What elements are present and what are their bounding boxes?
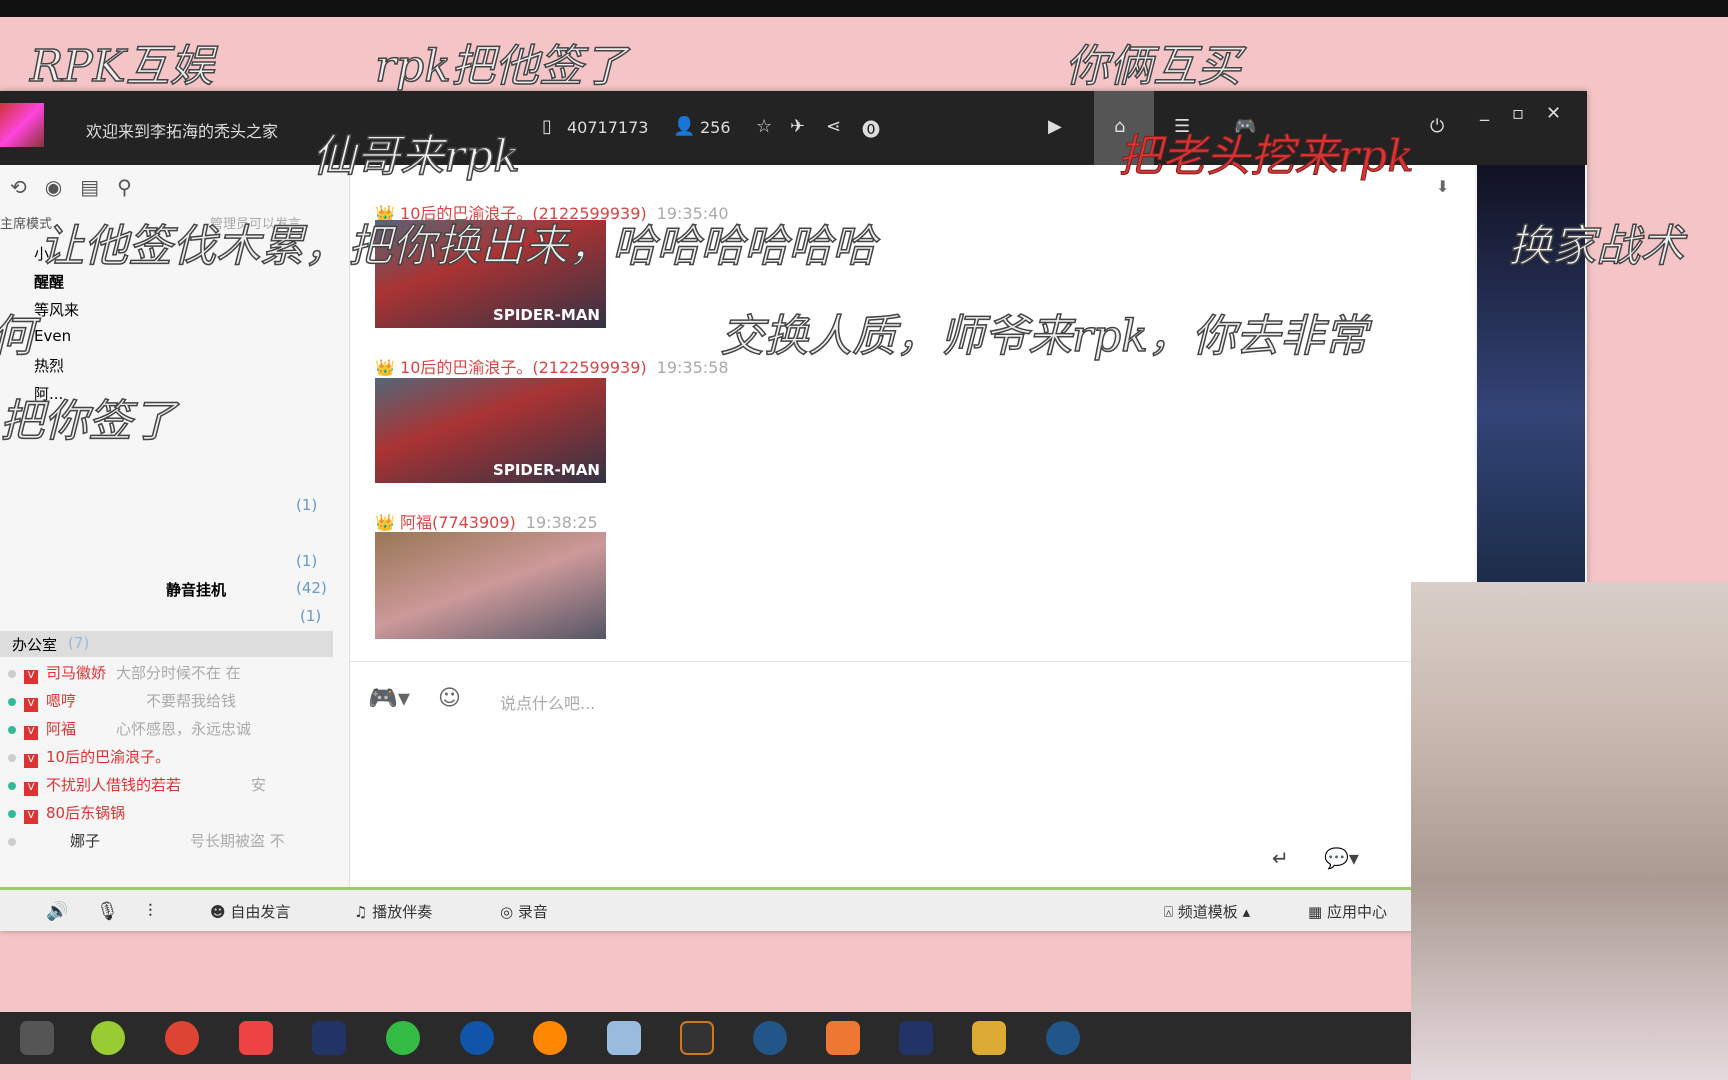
taskbar-steam-icon[interactable] [753, 1021, 787, 1055]
channel-count: (42) [296, 579, 327, 597]
message-input[interactable]: 说点什么吧... [500, 690, 595, 714]
user-icon: 👤 [673, 116, 696, 137]
streamer-webcam [1411, 582, 1728, 1080]
taskbar-steam-icon[interactable] [1046, 1021, 1080, 1055]
danmaku-text: 仙哥来rpk [311, 130, 520, 183]
taskbar-app-icon[interactable] [826, 1021, 860, 1055]
danmaku-text: 交换人质，师爷来rpk，你去非常 [719, 310, 1368, 363]
user-item[interactable]: V 不扰别人借钱的若若安 [8, 774, 266, 796]
send-icon[interactable]: ↵ [1272, 846, 1289, 870]
danmaku-text: 换家战术 [1507, 220, 1685, 273]
close-button[interactable]: ✕ [1546, 103, 1561, 124]
taskbar-app-icon[interactable] [899, 1021, 933, 1055]
scroll-down-icon[interactable]: ⬇ [1436, 177, 1449, 196]
taskbar [0, 1012, 1411, 1064]
taskbar-app-icon[interactable] [91, 1021, 125, 1055]
taskbar-keyboard-icon[interactable] [20, 1021, 54, 1055]
free-speech-button[interactable]: ☻ 自由发言 [210, 901, 290, 922]
mixer-icon[interactable]: ⫶ [148, 901, 153, 922]
taskbar-chrome-icon[interactable] [165, 1021, 199, 1055]
gamepad-emoji-icon[interactable]: 🎮▾ [368, 684, 410, 712]
user-item[interactable]: V 司马徽娇 大部分时候不在 在 [8, 662, 241, 684]
taskbar-yy-icon[interactable] [972, 1021, 1006, 1055]
channel-count: (1) [296, 552, 318, 570]
record-button[interactable]: ◎ 录音 [500, 901, 548, 922]
top-black-bar [0, 0, 1728, 17]
room-id-icon: ▯ [542, 116, 552, 137]
left-toolbar-icons[interactable]: ⟲◉▤⚲ [10, 175, 150, 199]
power-icon[interactable]: ⏻ [1430, 116, 1444, 137]
channel-item[interactable]: 醒醒 [34, 271, 64, 292]
channel-template-button[interactable]: ⍓ 频道模板 ▴ [1164, 901, 1250, 922]
taskbar-app-icon[interactable] [680, 1021, 714, 1055]
chat-bubble-icon[interactable]: 💬▾ [1324, 846, 1359, 870]
bottom-toolbar: 🔊 🎙 ⫶ ☻ 自由发言 ♫ 播放伴奏 ◎ 录音 ⍓ 频道模板 ▴ ▦ 应用中心 [0, 887, 1587, 931]
plane-icon[interactable]: ✈ [790, 116, 805, 137]
office-channel[interactable]: 办公室 (7) [0, 631, 333, 657]
office-label: 办公室 [12, 636, 58, 654]
channel-item[interactable]: 等风来 [34, 299, 79, 320]
channel-count: (1) [300, 607, 322, 625]
chat-message-header: 👑 10后的巴渝浪子。(2122599939) 19:35:58 [375, 358, 729, 377]
room-id: 40717173 [567, 118, 649, 137]
chat-message-header: 👑 阿福(7743909) 19:38:25 [375, 513, 598, 532]
play-music-button[interactable]: ♫ 播放伴奏 [354, 901, 432, 922]
user-item[interactable]: V娜子号长期被盗 不 [8, 830, 285, 852]
maximize-button[interactable]: ▫ [1512, 103, 1524, 124]
danmaku-text: 把老头挖来rpk [1118, 131, 1415, 183]
taskbar-app-icon[interactable] [312, 1021, 346, 1055]
taskbar-app-icon[interactable] [239, 1021, 273, 1055]
taskbar-app-icon[interactable] [607, 1021, 641, 1055]
office-count: (7) [68, 634, 90, 652]
channel-avatar[interactable] [0, 103, 44, 147]
minimize-button[interactable]: _ [1480, 101, 1489, 122]
app-center-button[interactable]: ▦ 应用中心 [1308, 901, 1387, 922]
taskbar-wechat-icon[interactable] [386, 1021, 420, 1055]
share-icon[interactable]: ⋖ [826, 116, 841, 137]
user-item[interactable]: V 阿福 心怀感恩，永远忠诚 [8, 718, 251, 740]
danmaku-text: 你俩互买 [1064, 40, 1242, 93]
danmaku-text: 让他签伐木累，把你换出来，哈哈哈哈哈哈 [39, 220, 877, 273]
star-icon[interactable]: ☆ [756, 116, 772, 137]
channel-item[interactable]: 热烈 [34, 355, 64, 376]
info-icon[interactable]: ⓿ [862, 116, 880, 142]
online-count: 256 [700, 118, 731, 137]
danmaku-text: rpk把他签了 [374, 40, 627, 93]
danmaku-text: 把你签了 [0, 395, 177, 448]
channel-title: 欢迎来到李拓海的秃头之家 [86, 122, 279, 141]
chat-image[interactable] [375, 532, 606, 639]
mic-icon[interactable]: 🎙 [96, 901, 119, 922]
danmaku-text: 何 [0, 300, 35, 364]
taskbar-app-icon[interactable] [533, 1021, 567, 1055]
font-icon[interactable]: ☺ [438, 686, 461, 711]
message-input-area[interactable]: 🎮▾ ☺ 说点什么吧... ↵ 💬▾ [350, 661, 1475, 887]
chat-image[interactable]: SPIDER-MAN [375, 378, 606, 483]
user-item[interactable]: V 嗯哼 不要帮我给钱 [8, 690, 236, 712]
taskbar-app-icon[interactable] [460, 1021, 494, 1055]
channel-item-mute[interactable]: 静音挂机 [166, 579, 226, 600]
user-item[interactable]: V 80后东锅锅 [8, 802, 125, 824]
channel-count: (1) [296, 496, 318, 514]
speaker-icon[interactable]: 🔊 [46, 901, 68, 922]
user-item[interactable]: V 10后的巴渝浪子。 [8, 746, 170, 768]
channel-item[interactable]: Even [34, 327, 71, 345]
danmaku-text: RPK互娱 [29, 40, 214, 93]
video-icon[interactable]: ▶ [1048, 116, 1062, 137]
